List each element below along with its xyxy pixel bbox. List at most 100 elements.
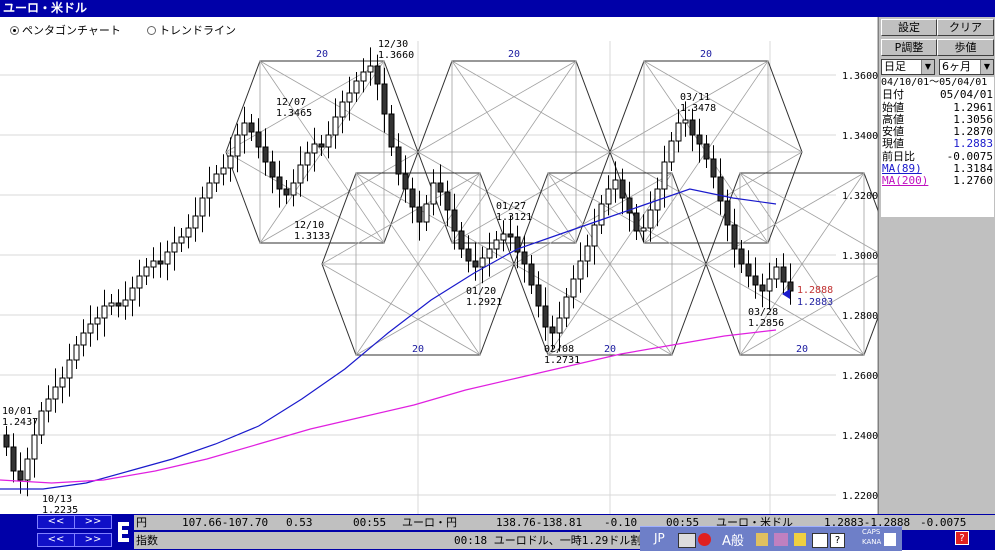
nav-prev-button-2[interactable]: << xyxy=(37,533,75,547)
y-tick-label: 1.2600 xyxy=(842,371,878,382)
candle-body xyxy=(227,155,234,169)
app-logo-icon xyxy=(115,518,131,546)
candle-body xyxy=(66,359,73,379)
candle-body xyxy=(199,197,206,217)
candle-body xyxy=(402,173,409,190)
ime-mode[interactable]: A般 xyxy=(722,530,744,549)
candle-body xyxy=(213,173,220,184)
clear-button[interactable]: クリア xyxy=(937,19,994,36)
candle-body xyxy=(633,212,640,232)
candle-body xyxy=(234,134,241,157)
pentagon-period-label: 20 xyxy=(412,344,424,355)
candle-body xyxy=(640,227,647,232)
period-type-select[interactable]: 日足 ▼ xyxy=(881,59,935,75)
y-tick-label: 1.3000 xyxy=(842,251,878,262)
candle-body xyxy=(108,302,115,307)
candle-body xyxy=(598,203,605,226)
candle-body xyxy=(339,101,346,118)
candle-body xyxy=(45,398,52,412)
nav-next-button-2[interactable]: >> xyxy=(74,533,112,547)
candle-body xyxy=(479,257,486,268)
nav-next-button[interactable]: >> xyxy=(74,515,112,529)
candle-body xyxy=(780,266,787,283)
settings-button[interactable]: 設定 xyxy=(881,19,937,36)
candle-body xyxy=(115,302,122,307)
candle-body xyxy=(101,305,108,319)
candle-body xyxy=(31,434,38,460)
info-value: 05/04/01 xyxy=(940,88,993,102)
ime-pad-icon[interactable] xyxy=(774,533,788,546)
candle-body xyxy=(24,458,31,481)
candle-body xyxy=(136,275,143,289)
pentagon-period-label: 20 xyxy=(316,49,328,60)
candle-body xyxy=(290,182,297,196)
ticker-value: 107.66-107.70 xyxy=(182,516,269,529)
period-range-select[interactable]: 6ヶ月 ▼ xyxy=(939,59,994,75)
candle-body xyxy=(437,182,444,193)
candle-body xyxy=(465,248,472,262)
annotation-value: 1.3133 xyxy=(294,231,330,242)
system-tray: JP A般 ? CAPS KANA xyxy=(640,526,902,551)
tick-button[interactable]: 歩値 xyxy=(937,39,994,56)
help-icon[interactable]: ? xyxy=(955,531,969,545)
keyboard-icon[interactable] xyxy=(678,533,696,548)
candle-body xyxy=(570,278,577,298)
annotation-date: 12/30 xyxy=(378,39,408,50)
ticker-value: -0.10 xyxy=(604,516,638,529)
annotation-value: 1.2921 xyxy=(466,297,502,308)
candle-body xyxy=(206,182,213,199)
ime-dict-icon[interactable] xyxy=(794,533,806,546)
candle-body xyxy=(759,284,766,292)
candle-body xyxy=(353,80,360,94)
candle-body xyxy=(395,146,402,175)
candle-body xyxy=(269,161,276,178)
candle-body xyxy=(451,209,458,232)
ime-tool-icon[interactable] xyxy=(756,533,768,546)
candle-body xyxy=(262,146,269,163)
candle-body xyxy=(87,323,94,334)
info-value: 1.2760 xyxy=(953,174,993,188)
candle-body xyxy=(472,260,479,268)
current-price-label: 1.2883 xyxy=(797,297,833,308)
bottom-bar: << >> << >> 円 107.66-107.70 0.53 00:55 ユ… xyxy=(0,514,995,551)
annotation-value: 1.2437 xyxy=(2,417,38,428)
candle-body xyxy=(73,344,80,361)
candle-body xyxy=(689,119,696,136)
candle-body xyxy=(59,377,66,388)
candle-body xyxy=(297,164,304,184)
ticker-label: 円 xyxy=(136,516,147,529)
language-indicator[interactable]: JP xyxy=(654,531,665,545)
tray-options-icon[interactable] xyxy=(884,533,896,546)
candle-body xyxy=(619,179,626,199)
current-price-label: 1.2888 xyxy=(797,285,833,296)
news-ticker[interactable]: 00:18 ユーロドル、一時1.29ドル割 xyxy=(454,532,640,549)
y-tick-label: 1.3400 xyxy=(842,131,878,142)
candle-body xyxy=(38,410,45,436)
ma200-line xyxy=(0,329,777,484)
info-value: 1.2883 xyxy=(953,137,993,151)
annotation-value: 1.3660 xyxy=(378,50,414,61)
candle-body xyxy=(521,251,528,265)
ime-help-icon[interactable]: ? xyxy=(830,533,845,548)
ticker-value: ユーロ・円 xyxy=(402,516,457,529)
candle-body xyxy=(605,188,612,205)
price-chart[interactable]: 20 20 20 20 20 20 10/011.2437 10/131.2235 12/07… xyxy=(0,0,878,514)
ime-status-icon[interactable] xyxy=(698,533,711,546)
dropdown-arrow-icon: ▼ xyxy=(921,60,934,74)
pentagon-period-label: 20 xyxy=(508,49,520,60)
annotation-value: 1.2856 xyxy=(748,318,784,329)
candle-body xyxy=(248,122,255,133)
kana-indicator: KANA xyxy=(862,538,882,546)
candle-body xyxy=(178,236,185,244)
ime-prop-icon[interactable] xyxy=(812,533,828,548)
candle-body xyxy=(787,281,794,292)
nav-prev-button[interactable]: << xyxy=(37,515,75,529)
candle-body xyxy=(724,200,731,226)
candle-body xyxy=(381,83,388,115)
candle-body xyxy=(661,161,668,190)
candle-body xyxy=(157,260,164,265)
candle-body xyxy=(752,275,759,286)
p-adjust-button[interactable]: P調整 xyxy=(881,39,937,56)
ticker-row-2: 指数 xyxy=(134,532,454,549)
candle-body xyxy=(3,434,10,448)
